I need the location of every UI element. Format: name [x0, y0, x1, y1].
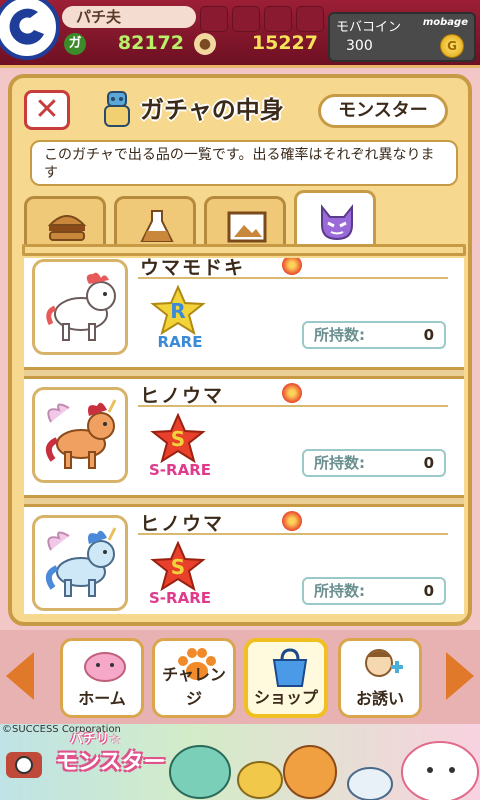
rank-star-icon: R — [150, 285, 206, 335]
ice-horse-image — [45, 527, 117, 597]
rank-letter: S — [171, 427, 185, 451]
description-box: このガチャで出る品の一覧です。出る確率はそれぞれ異なります — [30, 140, 458, 186]
shopping-bag-icon — [272, 648, 308, 687]
nav-shop-label: ショップ — [253, 688, 318, 707]
robot-icon — [104, 91, 130, 127]
rank-star-icon: S — [150, 413, 206, 463]
close-button[interactable]: ✕ — [24, 90, 70, 130]
tab-monsters[interactable] — [294, 190, 376, 252]
gacha-contents-panel: ✕ ガチャの中身 モンスター このガチャで出る品の一覧です。出る確率はそれぞれ異… — [8, 74, 472, 626]
gold-value: 82172 — [117, 32, 184, 54]
burger-icon — [47, 215, 87, 241]
invite-friend-icon — [365, 649, 403, 677]
owned-count: 0 — [423, 454, 434, 472]
cartoon-monsters-image — [169, 741, 479, 800]
owned-label: 所持数: — [314, 326, 365, 344]
monster-thumbnail — [32, 259, 128, 355]
devil-icon — [321, 204, 353, 241]
owned-count-box: 所持数: 0 — [302, 449, 446, 477]
list-item[interactable]: ウマモドキ R RARE 所持数: 0 — [24, 258, 464, 370]
nav-invite-label: お誘い — [355, 689, 404, 708]
status-slot — [200, 6, 228, 32]
fire-element-icon — [282, 383, 302, 403]
owned-count: 0 — [423, 582, 434, 600]
gold-icon: ガ — [64, 33, 86, 55]
scroll-left-arrow-icon[interactable] — [6, 652, 34, 700]
owned-label: 所持数: — [314, 582, 365, 600]
status-slot — [232, 6, 260, 32]
pet-food-icon: ● — [194, 33, 216, 55]
player-name: パチ夫 — [62, 6, 196, 28]
owned-count-box: 所持数: 0 — [302, 321, 446, 349]
list-item[interactable]: ヒノウマ S S-RARE 所持数: 0 — [24, 504, 464, 614]
nav-invite-button[interactable]: お誘い — [338, 638, 422, 718]
tab-underline — [22, 244, 466, 256]
monster-name: ヒノウマ — [140, 513, 225, 535]
picture-icon — [227, 211, 267, 243]
nav-challenge-label: チャレンジ — [162, 665, 226, 708]
coin-icon: G — [440, 34, 464, 58]
monster-thumbnail — [32, 387, 128, 483]
rank-letter: S — [171, 555, 185, 579]
list-item[interactable]: ヒノウマ S S-RARE 所持数: 0 — [24, 376, 464, 498]
nav-shop-button[interactable]: ショップ — [244, 638, 328, 718]
fire-horse-image — [45, 399, 117, 469]
category-tabs — [24, 190, 464, 252]
nav-home-button[interactable]: ホーム — [60, 638, 144, 718]
owned-count-box: 所持数: 0 — [302, 577, 446, 605]
fire-element-icon — [282, 258, 302, 275]
name-underline — [138, 533, 448, 535]
rank-star-icon: S — [150, 541, 206, 591]
owned-label: 所持数: — [314, 454, 365, 472]
name-underline — [138, 405, 448, 407]
rank-letter: R — [170, 299, 185, 323]
scroll-right-arrow-icon[interactable] — [446, 652, 474, 700]
status-slot — [264, 6, 292, 32]
mobacoin-label: モバコイン — [336, 20, 402, 35]
banner-title: モンスター — [56, 750, 166, 775]
rarity-label: S-RARE — [149, 461, 211, 479]
mobacoin-panel[interactable]: モバコイン mobage 300 G — [328, 12, 476, 62]
pink-blob-icon — [84, 652, 126, 682]
promo-banner[interactable]: ©SUCCESS Corporation パチリ☆ モンスター — [0, 724, 480, 800]
status-slot — [296, 6, 324, 32]
camera-icon — [6, 752, 42, 778]
nav-home-label: ホーム — [78, 689, 126, 708]
monster-thumbnail — [32, 515, 128, 611]
name-underline — [138, 277, 448, 279]
pet-food-value: 15227 — [251, 32, 318, 54]
mobacoin-value: 300 — [346, 38, 373, 54]
rarity-label: RARE — [157, 333, 203, 351]
white-horse-image — [46, 272, 116, 341]
flask-icon — [140, 210, 174, 242]
monster-name: ヒノウマ — [140, 385, 225, 407]
rarity-label: S-RARE — [149, 589, 211, 607]
nav-challenge-button[interactable]: チャレンジ — [152, 638, 236, 718]
app-logo[interactable] — [0, 0, 60, 60]
status-slots — [200, 6, 324, 32]
monster-list[interactable]: ウマモドキ R RARE 所持数: 0 ヒノウマ S S-RARE 所持数: 0… — [24, 258, 464, 614]
category-pill: モンスター — [318, 94, 448, 128]
owned-count: 0 — [423, 326, 434, 344]
page-title: ガチャの中身 — [140, 96, 284, 124]
fire-element-icon — [282, 511, 302, 531]
bottom-nav: ホーム チャレンジ ショップ お誘い — [0, 630, 480, 724]
status-bar: パチ夫 ガ 82172 ● 15227 モバコイン mobage 300 G — [0, 0, 480, 68]
mobage-brand: mobage — [422, 17, 468, 28]
